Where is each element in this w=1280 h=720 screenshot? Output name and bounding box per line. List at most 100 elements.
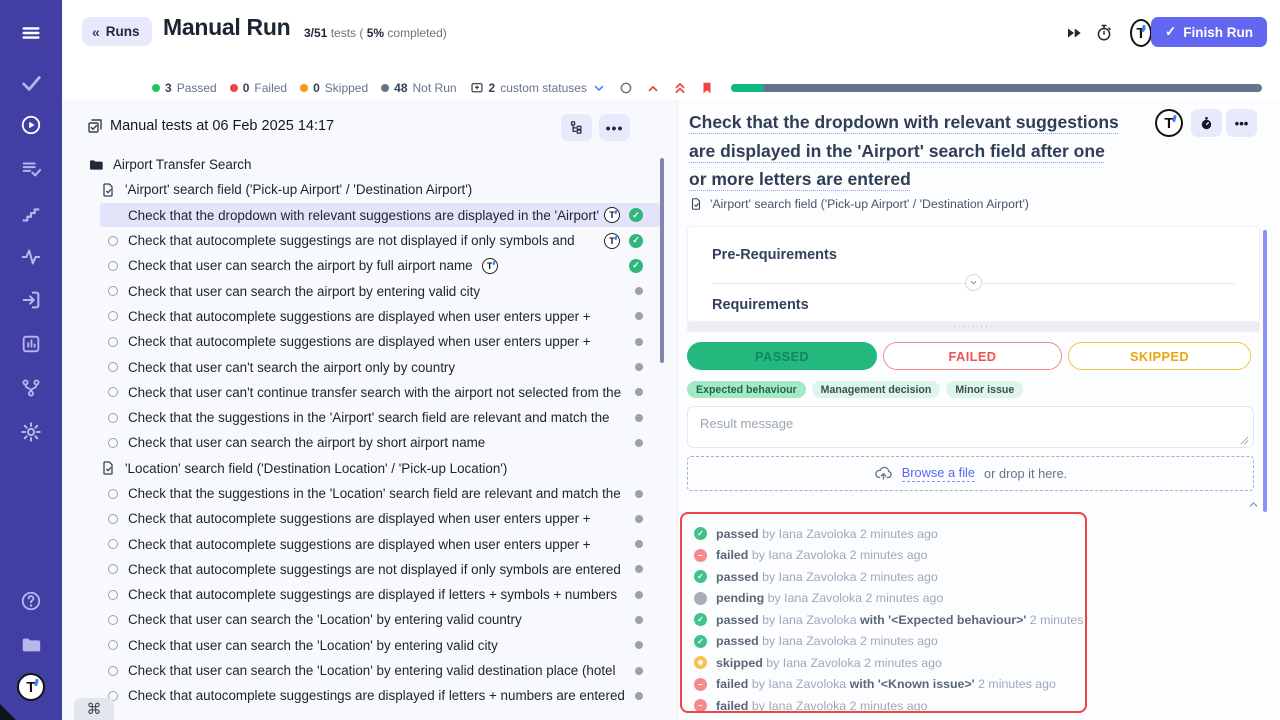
circle-status-icon[interactable] [619, 81, 633, 95]
check-icon: ✓ [1165, 24, 1176, 40]
t-logo-avatar[interactable]: T [0, 670, 62, 704]
failed-status-icon: – [694, 549, 707, 562]
fast-forward-icon[interactable] [1063, 22, 1085, 44]
t-logo-icon: T [1130, 22, 1152, 44]
finish-run-button[interactable]: ✓ Finish Run [1151, 17, 1267, 47]
row-status-cluster [635, 287, 643, 295]
breadcrumb[interactable]: 'Airport' search field ('Pick-up Airport… [689, 197, 1029, 211]
divider-toggle[interactable] [965, 274, 982, 291]
tree-suite-row[interactable]: 'Location' search field ('Destination Lo… [62, 456, 677, 481]
tree-more-button[interactable]: ••• [599, 114, 630, 141]
notrun-status-icon [635, 692, 643, 700]
detail-scrollbar[interactable] [1263, 230, 1267, 512]
test-state-circle [108, 489, 118, 499]
tree-test-row[interactable]: Check that user can search the airport b… [62, 253, 677, 278]
tree-folder-row[interactable]: Airport Transfer Search [62, 152, 677, 177]
notrun-filter[interactable]: 48Not Run [381, 81, 456, 95]
activity-entry: –failed by Iana Zavoloka 2 minutes ago [694, 695, 1085, 713]
collapse-chevron-icon[interactable] [1247, 498, 1261, 510]
list-check-icon[interactable] [0, 152, 62, 186]
tree-test-row[interactable]: Check that user can search the airport b… [62, 430, 677, 455]
passed-filter[interactable]: 3Passed [152, 81, 217, 95]
custom-statuses-dropdown[interactable]: 2custom statuses [470, 81, 606, 95]
tree-test-row[interactable]: Check that autocomplete suggestings are … [62, 228, 677, 253]
back-to-runs-button[interactable]: « Runs [82, 17, 152, 46]
tag-expected-behaviour[interactable]: Expected behaviour [687, 381, 806, 398]
tree-test-row[interactable]: Check that autocomplete suggestions are … [62, 531, 677, 556]
tree-test-row[interactable]: Check that the dropdown with relevant su… [62, 203, 677, 228]
t-automation-icon: T [604, 207, 620, 223]
tree-view-button[interactable] [561, 114, 592, 141]
test-state-circle [108, 539, 118, 549]
tree-test-row[interactable]: Check that autocomplete suggestings are … [62, 582, 677, 607]
document-icon [689, 197, 703, 211]
tree-test-row[interactable]: Check that user can search the 'Location… [62, 658, 677, 683]
resize-handle[interactable]: ········· [687, 322, 1260, 332]
skipped-filter[interactable]: 0Skipped [300, 81, 368, 95]
tree-item-label: Check that user can't search the airport… [128, 360, 455, 375]
tree-item-label: Check that autocomplete suggestings are … [128, 688, 625, 703]
gear-icon[interactable] [0, 415, 62, 449]
activity-text: pending by Iana Zavoloka 2 minutes ago [716, 591, 943, 605]
tree-item-label: Check that the suggestions in the 'Locat… [128, 486, 621, 501]
test-state-circle [108, 261, 118, 271]
tree-test-row[interactable]: Check that user can search the 'Location… [62, 607, 677, 632]
folder-icon [88, 157, 104, 173]
requirements-heading: Requirements [712, 297, 809, 313]
steps-icon[interactable] [0, 197, 62, 231]
row-status-cluster [635, 565, 643, 573]
section-divider [712, 283, 1235, 284]
stopwatch-icon[interactable] [1093, 22, 1115, 44]
browse-file-link[interactable]: Browse a file [902, 465, 975, 482]
skipped-button[interactable]: SKIPPED [1068, 342, 1251, 370]
menu-icon[interactable] [0, 16, 62, 50]
passed-button[interactable]: PASSED [687, 342, 877, 370]
tag-management-decision[interactable]: Management decision [812, 381, 941, 398]
failed-button[interactable]: FAILED [883, 342, 1062, 370]
analytics-icon[interactable] [0, 327, 62, 361]
tree-test-row[interactable]: Check that user can't search the airport… [62, 354, 677, 379]
row-status-cluster [635, 540, 643, 548]
tree-test-row[interactable]: Check that user can search the airport b… [62, 278, 677, 303]
row-status-cluster: ✓ [629, 259, 643, 273]
detail-more-button[interactable]: ••• [1226, 109, 1257, 137]
tree-test-row[interactable]: Check that user can search the 'Location… [62, 633, 677, 658]
tree-scrollbar[interactable] [660, 158, 664, 363]
play-circle-icon[interactable] [0, 108, 62, 142]
notrun-status-icon [635, 338, 643, 346]
help-icon[interactable] [0, 584, 62, 618]
notrun-status-icon [635, 287, 643, 295]
status-summary-bar: 3Passed 0Failed 0Skipped 48Not Run 2cust… [152, 79, 1262, 97]
failed-filter[interactable]: 0Failed [230, 81, 287, 95]
test-detail-panel: Check that the dropdown with relevant su… [677, 100, 1280, 720]
tree-test-row[interactable]: Check that the suggestions in the 'Locat… [62, 481, 677, 506]
activity-text: failed by Iana Zavoloka 2 minutes ago [716, 699, 927, 713]
tree-item-label: Check that autocomplete suggestions are … [128, 537, 591, 552]
tag-minor-issue[interactable]: Minor issue [946, 381, 1023, 398]
projects-folder-icon[interactable] [0, 628, 62, 662]
bookmark-icon[interactable] [700, 81, 714, 95]
timer-button[interactable] [1191, 109, 1222, 137]
import-icon[interactable] [0, 283, 62, 317]
tree-suite-row[interactable]: 'Airport' search field ('Pick-up Airport… [62, 177, 677, 202]
double-chevron-up-icon[interactable] [673, 81, 687, 95]
tree-test-row[interactable]: Check that autocomplete suggestings are … [62, 683, 677, 708]
tree-test-row[interactable]: Check that autocomplete suggestions are … [62, 304, 677, 329]
chevron-up-icon[interactable] [646, 81, 660, 95]
result-message-input[interactable] [687, 406, 1254, 448]
test-state-circle [108, 236, 118, 246]
tree-item-label: Check that autocomplete suggestions are … [128, 511, 591, 526]
row-status-cluster [635, 388, 643, 396]
tree-item-label: Check that user can search the 'Location… [128, 663, 615, 678]
tree-test-row[interactable]: Check that autocomplete suggestions are … [62, 506, 677, 531]
file-dropzone[interactable]: Browse a file or drop it here. [687, 456, 1254, 491]
tree-test-row[interactable]: Check that autocomplete suggestions are … [62, 329, 677, 354]
tree-test-row[interactable]: Check that user can't continue transfer … [62, 380, 677, 405]
tree-test-row[interactable]: Check that the suggestions in the 'Airpo… [62, 405, 677, 430]
pulse-icon[interactable] [0, 240, 62, 274]
tree-test-row[interactable]: Check that autocomplete suggestings are … [62, 557, 677, 582]
check-icon[interactable] [0, 66, 62, 100]
test-title[interactable]: Check that the dropdown with relevant su… [689, 108, 1119, 194]
activity-log-highlighted: ✓passed by Iana Zavoloka 2 minutes ago–f… [680, 512, 1087, 713]
branch-icon[interactable] [0, 371, 62, 405]
